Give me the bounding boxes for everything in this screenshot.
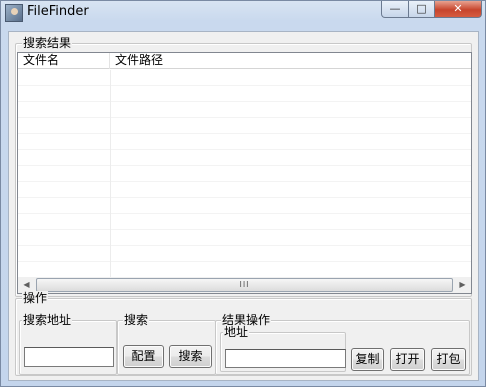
column-header-filename[interactable]: 文件名	[18, 53, 110, 69]
client-area: 搜索结果 文件名 文件路径 ◀ III ▶ 操作 搜索地址 搜索 配置 搜索 结…	[8, 31, 479, 381]
app-window: FileFinder — □ ✕ 搜索结果 文件名 文件路径 ◀ III ▶ 操…	[0, 0, 486, 387]
result-address-input[interactable]	[225, 349, 346, 368]
scrollbar-thumb[interactable]: III	[36, 278, 453, 292]
title-bar[interactable]: FileFinder — □ ✕	[1, 1, 485, 25]
results-list[interactable]: 文件名 文件路径 ◀ III ▶	[17, 52, 472, 294]
column-header-filepath[interactable]: 文件路径	[110, 53, 471, 69]
scroll-right-icon[interactable]: ▶	[454, 277, 471, 293]
copy-button[interactable]: 复制	[351, 348, 384, 371]
close-button[interactable]: ✕	[434, 1, 482, 18]
search-address-label: 搜索地址	[22, 313, 73, 327]
horizontal-scrollbar[interactable]: ◀ III ▶	[18, 277, 471, 293]
results-list-body[interactable]	[18, 70, 471, 277]
result-address-group: 地址	[220, 325, 346, 372]
search-results-label: 搜索结果	[22, 36, 73, 50]
search-group: 搜索 配置 搜索	[117, 313, 216, 375]
window-title: FileFinder	[27, 4, 89, 19]
minimize-button[interactable]: —	[381, 1, 409, 18]
pack-button[interactable]: 打包	[431, 348, 466, 371]
operations-group: 操作 搜索地址 搜索 配置 搜索 结果操作 地址 复制 打开 打包	[15, 291, 472, 376]
open-button[interactable]: 打开	[390, 348, 425, 371]
search-address-input[interactable]	[24, 347, 114, 367]
maximize-button[interactable]: □	[408, 1, 435, 18]
search-button[interactable]: 搜索	[169, 345, 212, 368]
results-list-header: 文件名 文件路径	[18, 53, 471, 69]
result-address-label: 地址	[223, 325, 250, 339]
search-label: 搜索	[123, 313, 150, 327]
search-address-group: 搜索地址	[19, 313, 117, 375]
operations-label: 操作	[22, 291, 49, 305]
app-icon[interactable]	[5, 4, 23, 22]
config-button[interactable]: 配置	[123, 345, 164, 368]
result-operations-group: 结果操作 地址 复制 打开 打包	[215, 313, 470, 375]
